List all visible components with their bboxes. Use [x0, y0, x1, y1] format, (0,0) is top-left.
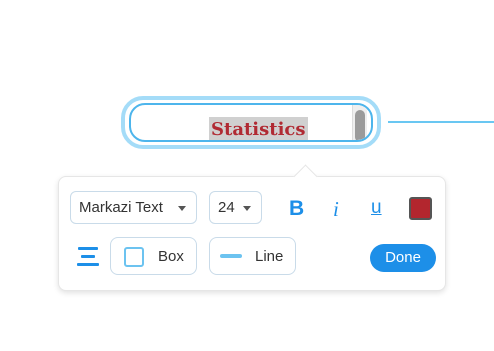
node-scrollbar[interactable]: [352, 105, 367, 140]
box-checkbox-icon: [124, 247, 144, 267]
font-size-value: 24: [218, 199, 235, 216]
box-toggle[interactable]: Box: [110, 237, 197, 275]
box-label: Box: [158, 248, 184, 265]
node-text-editor[interactable]: Statistics: [129, 103, 373, 142]
node-text[interactable]: Statistics: [209, 117, 308, 140]
line-style-icon: [220, 254, 242, 258]
align-center-icon[interactable]: [77, 247, 99, 267]
font-family-value: Markazi Text: [79, 199, 163, 216]
text-color-button[interactable]: [409, 197, 432, 220]
font-family-select[interactable]: Markazi Text: [70, 191, 197, 224]
topic-node[interactable]: Statistics: [121, 96, 381, 149]
connector-line: [388, 121, 494, 123]
chevron-down-icon: [178, 206, 186, 211]
text-format-panel: Markazi Text 24 B i u Box Line Done: [58, 164, 446, 291]
line-label: Line: [255, 248, 284, 265]
scrollbar-thumb[interactable]: [355, 110, 365, 140]
done-button[interactable]: Done: [370, 244, 436, 272]
font-size-select[interactable]: 24: [209, 191, 262, 224]
italic-button[interactable]: i: [333, 197, 339, 221]
bold-button[interactable]: B: [289, 197, 304, 221]
line-toggle[interactable]: Line: [209, 237, 296, 275]
underline-button[interactable]: u: [371, 196, 382, 220]
chevron-down-icon: [243, 206, 251, 211]
panel-pointer: [293, 164, 318, 189]
